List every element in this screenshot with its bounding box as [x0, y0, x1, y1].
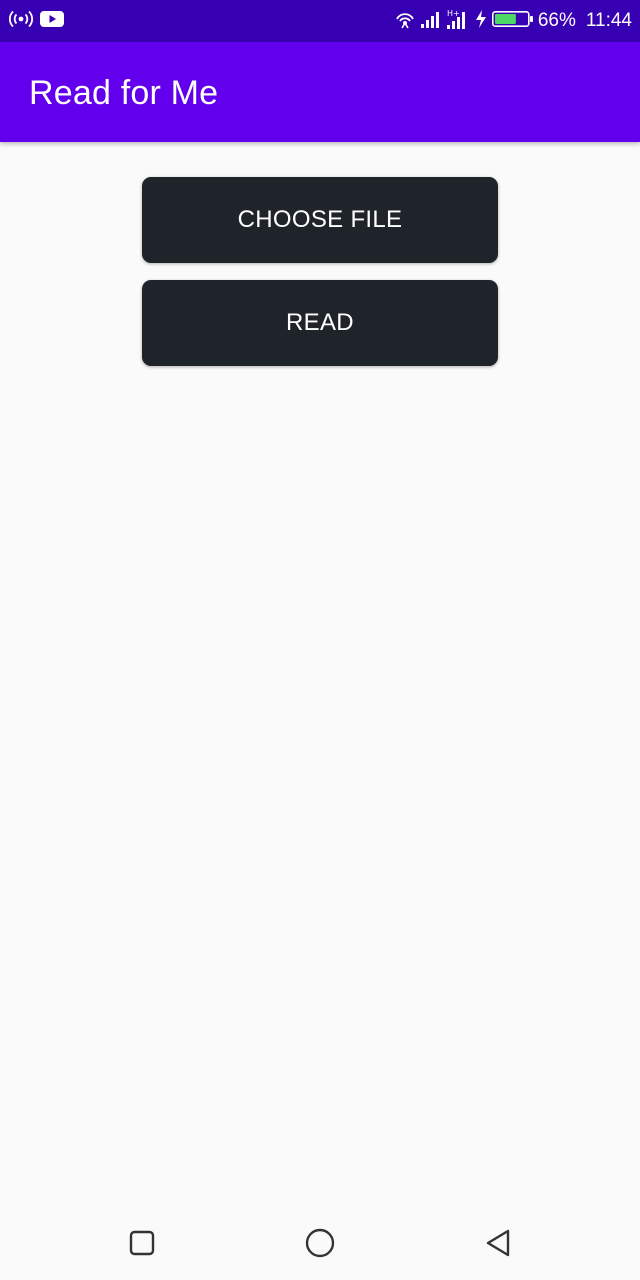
- home-button[interactable]: [302, 1227, 338, 1263]
- svg-text:H+: H+: [447, 9, 460, 18]
- status-time: 11:44: [585, 10, 632, 31]
- battery-icon: [491, 9, 534, 34]
- back-button[interactable]: [480, 1227, 516, 1263]
- home-icon: [304, 1227, 336, 1264]
- read-label: READ: [286, 309, 354, 336]
- charging-icon: [474, 9, 488, 34]
- youtube-icon: [40, 10, 64, 33]
- choose-file-button[interactable]: CHOOSE FILE: [142, 177, 498, 263]
- navigation-bar: [0, 1210, 640, 1280]
- hotspot-icon: [8, 10, 34, 33]
- signal-icon: [420, 9, 442, 34]
- app-bar: Read for Me: [0, 42, 640, 142]
- status-right: H+ 66% 11:44: [394, 0, 632, 42]
- app-title: Read for Me: [29, 74, 219, 112]
- back-icon: [483, 1228, 513, 1263]
- choose-file-label: CHOOSE FILE: [237, 206, 403, 233]
- wifi-icon: [394, 9, 416, 34]
- read-button[interactable]: READ: [142, 280, 498, 366]
- status-left: [8, 0, 64, 42]
- recents-icon: [129, 1230, 155, 1261]
- signal-h-plus-icon: H+: [446, 8, 470, 35]
- status-bar: H+ 66% 11:44: [0, 0, 640, 42]
- recents-button[interactable]: [124, 1227, 160, 1263]
- battery-percent: 66%: [537, 10, 576, 31]
- screen: H+ 66% 11:44 Read for Me CHOOSE FILE REA…: [0, 0, 640, 1280]
